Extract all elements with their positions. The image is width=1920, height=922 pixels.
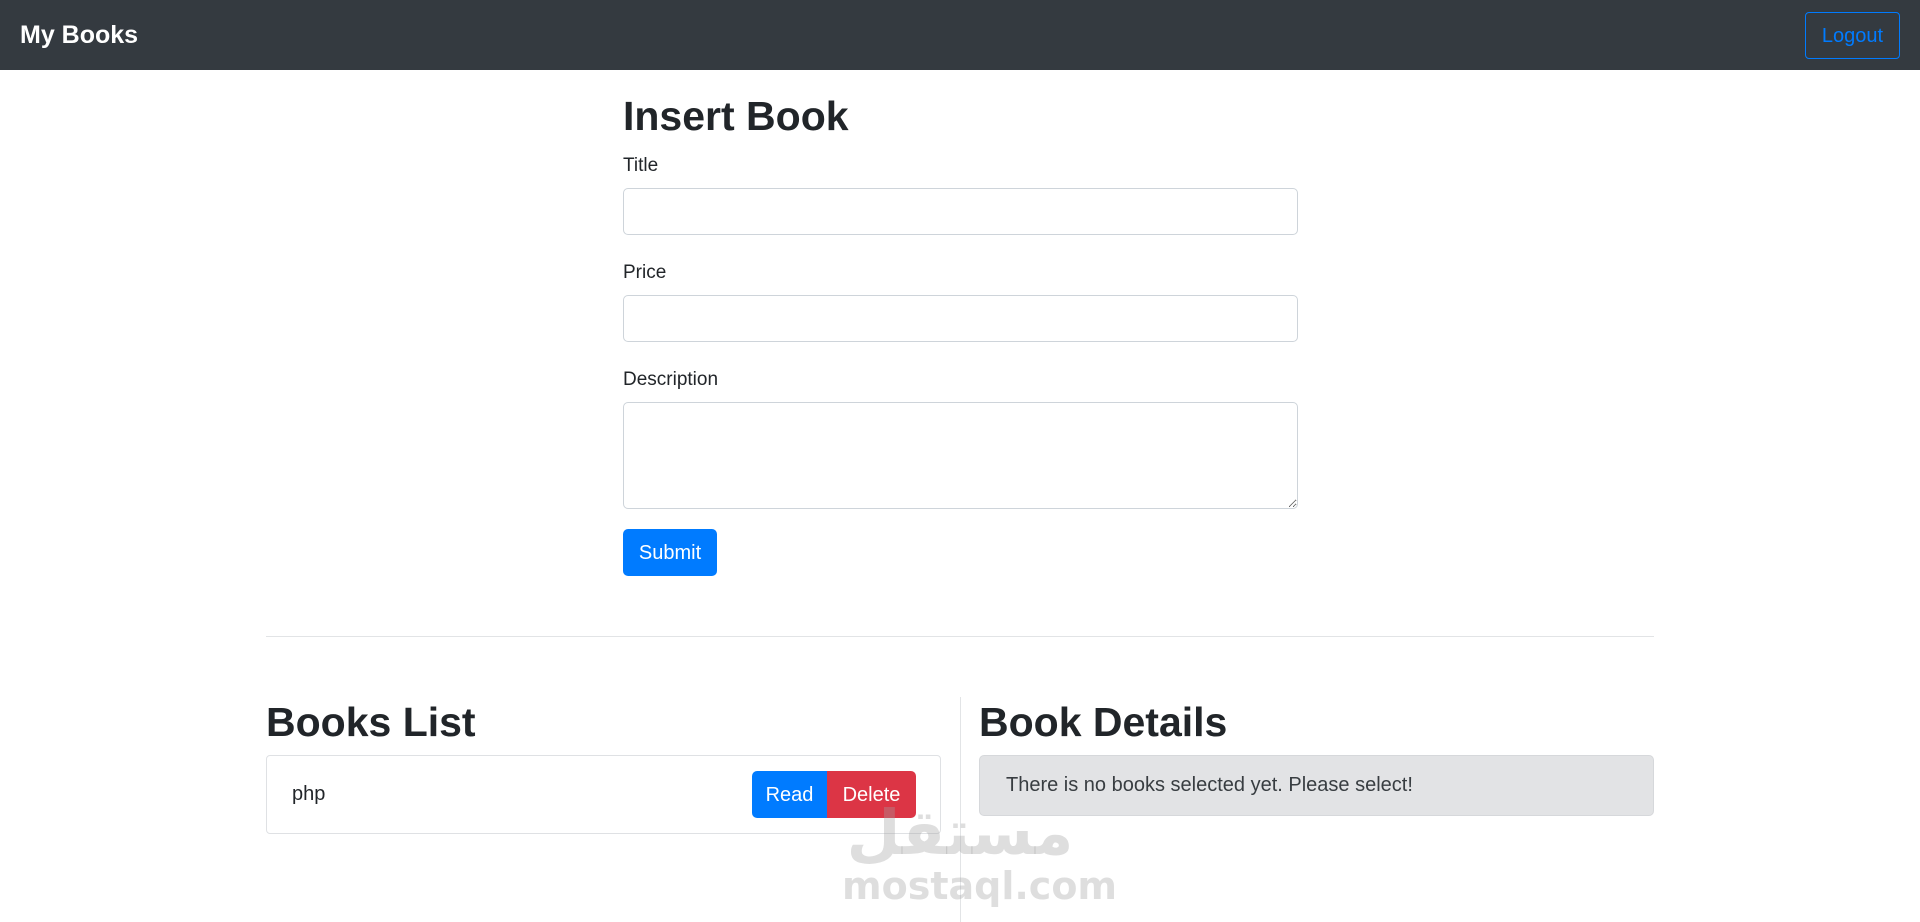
brand-title[interactable]: My Books [20, 18, 138, 52]
insert-book-heading: Insert Book [623, 93, 849, 139]
logout-button[interactable]: Logout [1805, 12, 1900, 59]
read-button[interactable]: Read [752, 771, 827, 818]
price-input[interactable] [623, 295, 1298, 342]
no-selection-alert: There is no books selected yet. Please s… [979, 755, 1654, 816]
title-input[interactable] [623, 188, 1298, 235]
delete-button[interactable]: Delete [827, 771, 916, 818]
list-item: php Read Delete [266, 755, 941, 834]
books-list-heading: Books List [266, 699, 476, 745]
book-actions: Read Delete [752, 771, 916, 818]
book-title: php [292, 783, 326, 805]
title-label: Title [623, 155, 659, 176]
section-divider [266, 636, 1654, 637]
column-separator [960, 697, 961, 922]
book-details-heading: Book Details [979, 699, 1228, 745]
navbar: My Books Logout [0, 0, 1920, 70]
description-label: Description [623, 369, 719, 390]
description-textarea[interactable] [623, 402, 1298, 509]
price-label: Price [623, 262, 667, 283]
submit-button[interactable]: Submit [623, 529, 717, 576]
